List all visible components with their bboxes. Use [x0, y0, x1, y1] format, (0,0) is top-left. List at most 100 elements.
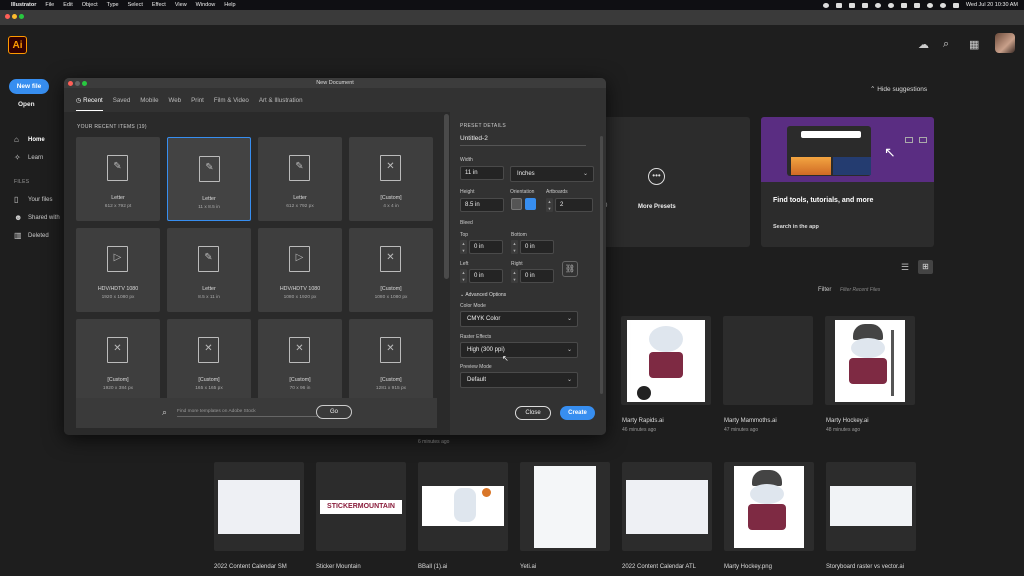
- left-bleed-input[interactable]: 0 in: [469, 269, 503, 283]
- wifi-icon[interactable]: [926, 2, 933, 8]
- minimize-window-icon[interactable]: [12, 14, 17, 19]
- zoom-window-icon[interactable]: [19, 14, 24, 19]
- advanced-options-toggle[interactable]: ⌄ Advanced Options: [460, 292, 506, 298]
- right-bleed-input[interactable]: 0 in: [520, 269, 554, 283]
- units-select[interactable]: Inches ⌄: [510, 166, 594, 182]
- scrollbar[interactable]: [600, 136, 603, 394]
- grid-view-icon[interactable]: ⊞: [918, 260, 933, 274]
- artboards-input[interactable]: 2: [555, 198, 593, 212]
- status-icon[interactable]: [861, 2, 868, 8]
- file-thumbnail[interactable]: [418, 462, 508, 551]
- search-icon[interactable]: ⌕: [943, 38, 949, 51]
- cloud-icon[interactable]: ☁: [918, 38, 929, 51]
- left-stepper[interactable]: ▲ ▼: [460, 269, 467, 283]
- status-icon[interactable]: [822, 2, 829, 8]
- preset-tile[interactable]: ✎ Letter 8.5 x 11 in: [167, 228, 251, 312]
- close-button[interactable]: Close: [515, 406, 551, 420]
- list-item[interactable]: 2022 Content Calendar SM: [214, 564, 287, 570]
- file-thumbnail[interactable]: [214, 462, 304, 551]
- top-stepper[interactable]: ▲ ▼: [460, 240, 467, 254]
- preset-tile[interactable]: ✕ [Custom] 70 x 96 in: [258, 319, 342, 403]
- avatar[interactable]: [995, 33, 1015, 53]
- clock[interactable]: Wed Jul 20 10:30 AM: [966, 2, 1018, 8]
- sidebar-item-your-files[interactable]: ▯ Your files: [14, 196, 52, 204]
- color-mode-select[interactable]: CMYK Color ⌄: [460, 311, 578, 327]
- landscape-orientation-button[interactable]: [525, 198, 536, 210]
- preset-tile[interactable]: ▷ HDV/HDTV 1080 1920 x 1080 px: [76, 228, 160, 312]
- close-window-icon[interactable]: [68, 80, 73, 86]
- preset-tile[interactable]: ✕ [Custom] 165 x 165 px: [167, 319, 251, 403]
- file-thumbnail[interactable]: [723, 316, 813, 405]
- open-button[interactable]: Open: [18, 101, 35, 108]
- right-stepper[interactable]: ▲ ▼: [511, 269, 518, 283]
- go-button[interactable]: Go: [316, 405, 352, 419]
- raster-effects-select[interactable]: High (300 ppi) ⌄: [460, 342, 578, 358]
- bottom-bleed-input[interactable]: 0 in: [520, 240, 554, 254]
- preset-tile[interactable]: ✕ [Custom] 1080 x 1080 px: [349, 228, 433, 312]
- preset-tile[interactable]: ✎ Letter 11 x 8.5 in: [167, 137, 251, 221]
- tab-art-illustration[interactable]: Art & Illustration: [259, 97, 303, 111]
- preset-tile[interactable]: ✎ Letter 612 x 792 pt: [76, 137, 160, 221]
- list-item[interactable]: Storyboard raster vs vector.ai: [826, 564, 904, 570]
- list-item[interactable]: Marty Hockey.ai 48 minutes ago: [826, 418, 869, 433]
- hide-suggestions-button[interactable]: ⌃ Hide suggestions: [870, 85, 927, 93]
- file-thumbnail[interactable]: [826, 462, 916, 551]
- menu-effect[interactable]: Effect: [152, 2, 166, 8]
- search-app-link[interactable]: Search in the app: [773, 224, 819, 230]
- list-item[interactable]: Marty Rapids.ai 46 minutes ago: [622, 418, 664, 433]
- tab-web[interactable]: Web: [169, 97, 182, 111]
- create-button[interactable]: Create: [560, 406, 595, 420]
- stock-search-input[interactable]: Find more templates on Adobe Stock: [177, 409, 317, 417]
- file-thumbnail[interactable]: [724, 462, 814, 551]
- menu-app[interactable]: Illustrator: [11, 2, 36, 8]
- list-item[interactable]: Marty Mammoths.ai 47 minutes ago: [724, 418, 777, 433]
- menu-help[interactable]: Help: [224, 2, 235, 8]
- menu-view[interactable]: View: [175, 2, 187, 8]
- list-item[interactable]: Yeti.ai: [520, 564, 536, 570]
- portrait-orientation-button[interactable]: [511, 198, 522, 210]
- preset-tile[interactable]: ✕ [Custom] 1281 x 915 px: [349, 319, 433, 403]
- top-bleed-input[interactable]: 0 in: [469, 240, 503, 254]
- preset-tile[interactable]: ▷ HDV/HDTV 1080 1080 x 1920 px: [258, 228, 342, 312]
- bottom-stepper[interactable]: ▲ ▼: [511, 240, 518, 254]
- menu-object[interactable]: Object: [82, 2, 98, 8]
- sidebar-item-shared[interactable]: ☻ Shared with: [14, 214, 60, 222]
- scrollbar[interactable]: [444, 114, 449, 279]
- filter-input[interactable]: Filter Recent Files: [840, 287, 880, 293]
- tab-saved[interactable]: Saved: [113, 97, 131, 111]
- gift-icon[interactable]: ▦: [969, 38, 979, 51]
- height-input[interactable]: 8.5 in: [460, 198, 504, 212]
- preset-tile[interactable]: ✕ [Custom] 1920 x 384 px: [76, 319, 160, 403]
- width-input[interactable]: 11 in: [460, 166, 504, 180]
- close-window-icon[interactable]: [5, 14, 10, 19]
- menu-type[interactable]: Type: [107, 2, 119, 8]
- status-icon[interactable]: [887, 2, 894, 8]
- find-tools-card[interactable]: Find tools, tutorials, and more Search i…: [761, 117, 934, 247]
- tab-mobile[interactable]: Mobile: [140, 97, 158, 111]
- dropbox-icon[interactable]: [848, 2, 855, 8]
- list-item[interactable]: Marty Hockey.png: [724, 564, 772, 570]
- list-item[interactable]: BBall (1).ai: [418, 564, 447, 570]
- list-view-icon[interactable]: ☰: [901, 262, 909, 273]
- spotlight-icon[interactable]: [939, 2, 946, 8]
- tab-print[interactable]: Print: [191, 97, 204, 111]
- file-thumbnail[interactable]: STICKERMOUNTAIN: [316, 462, 406, 551]
- list-item[interactable]: Sticker Mountain: [316, 564, 361, 570]
- tab-recent[interactable]: ◷ Recent: [76, 97, 103, 111]
- headphones-icon[interactable]: [900, 2, 907, 8]
- document-name-input[interactable]: Untitled-2: [460, 135, 586, 146]
- link-icon[interactable]: ⛓: [562, 261, 578, 277]
- tab-film-video[interactable]: Film & Video: [214, 97, 249, 111]
- status-icon[interactable]: [874, 2, 881, 8]
- control-center-icon[interactable]: [952, 2, 959, 8]
- menu-edit[interactable]: Edit: [63, 2, 72, 8]
- sidebar-item-home[interactable]: ⌂ Home: [14, 136, 45, 144]
- file-thumbnail[interactable]: [622, 462, 712, 551]
- battery-icon[interactable]: [913, 2, 920, 8]
- sidebar-item-learn[interactable]: ✧ Learn: [14, 154, 43, 162]
- file-thumbnail[interactable]: [825, 316, 915, 405]
- status-icon[interactable]: [835, 2, 842, 8]
- menu-file[interactable]: File: [45, 2, 54, 8]
- preview-mode-select[interactable]: Default ⌄: [460, 372, 578, 388]
- list-item[interactable]: 2022 Content Calendar ATL: [622, 564, 696, 570]
